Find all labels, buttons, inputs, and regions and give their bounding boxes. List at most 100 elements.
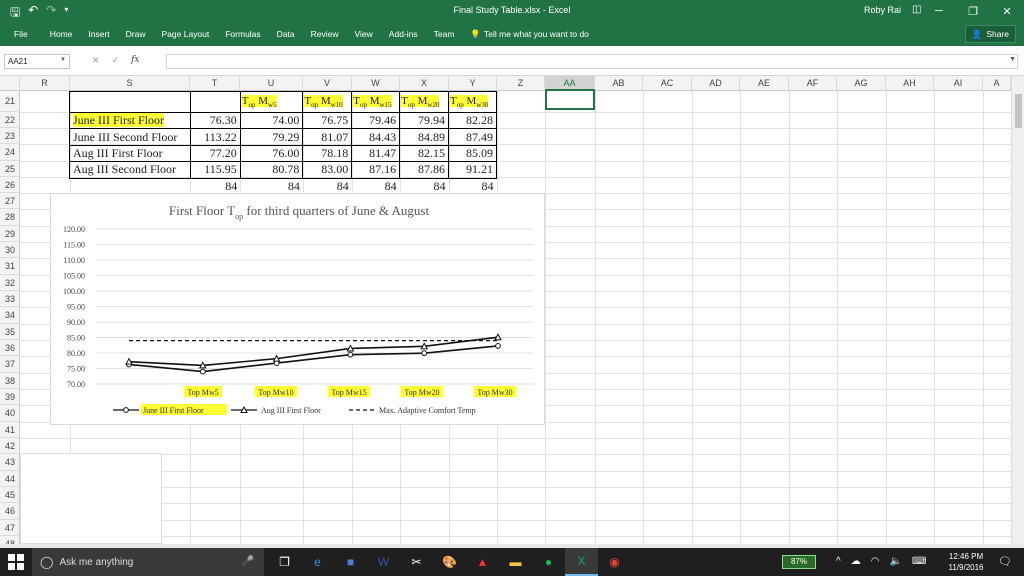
column-header[interactable]: AH [886, 76, 934, 91]
column-header[interactable]: AD [692, 76, 740, 91]
battery-indicator[interactable]: 87% [782, 555, 816, 569]
cortana-search-box[interactable]: ◯ Ask me anything 🎤 [32, 548, 264, 576]
row-header[interactable]: 22 [0, 112, 20, 128]
acrobat-icon[interactable]: ▲ [466, 548, 499, 576]
row-header[interactable]: 31 [0, 258, 20, 275]
tab-review[interactable]: Review [303, 29, 347, 39]
header-cell[interactable]: Top Mw15 [351, 91, 401, 113]
column-header[interactable]: Z [497, 76, 545, 91]
column-header[interactable]: T [190, 76, 240, 91]
cell[interactable]: 81.47 [351, 144, 401, 163]
vertical-scrollbar[interactable] [1011, 76, 1024, 544]
cell[interactable]: 82.15 [399, 144, 450, 163]
row-label-cell[interactable]: Aug III First Floor [69, 144, 191, 163]
column-header[interactable]: W [352, 76, 400, 91]
windows-start-icon[interactable] [8, 554, 24, 570]
name-box[interactable]: AA21 ▼ [4, 54, 70, 69]
cell[interactable]: 85.09 [448, 144, 497, 163]
file-explorer-icon[interactable]: ▬ [499, 548, 532, 576]
line-chart[interactable]: First Floor Top for third quarters of Ju… [50, 193, 545, 425]
clock[interactable]: 12:46 PM 11/9/2016 [940, 551, 992, 573]
reader-app-icon[interactable]: ■ [334, 548, 367, 576]
tab-insert[interactable]: Insert [80, 29, 117, 39]
cell[interactable] [70, 178, 191, 194]
wifi-icon[interactable]: ◠ [871, 556, 880, 567]
row-header[interactable]: 39 [0, 389, 20, 405]
header-cell[interactable]: Top Mw10 [302, 91, 353, 113]
cell[interactable]: 84.43 [351, 128, 401, 146]
cell[interactable]: 84 [400, 178, 449, 194]
cell[interactable]: 81.07 [302, 128, 353, 146]
minimize-button[interactable]: ─ [922, 0, 956, 22]
row-header[interactable]: 36 [0, 340, 20, 356]
formula-input[interactable] [166, 54, 1018, 69]
ribbon-display-options-icon[interactable]: ◫ [912, 4, 921, 15]
header-cell-empty[interactable] [189, 91, 241, 113]
row-header[interactable]: 35 [0, 324, 20, 340]
cancel-icon[interactable]: ✕ [92, 55, 100, 66]
cell[interactable]: 76.75 [302, 111, 353, 130]
header-cell[interactable]: Top Mw30 [448, 91, 497, 113]
cell[interactable]: 79.29 [239, 128, 304, 146]
cell[interactable]: 78.18 [302, 144, 353, 163]
snipping-tool-icon[interactable]: ✂ [400, 548, 433, 576]
row-header[interactable]: 24 [0, 144, 20, 161]
row-header[interactable]: 25 [0, 161, 20, 177]
cell[interactable]: 91.21 [448, 161, 497, 179]
row-header[interactable]: 30 [0, 242, 20, 258]
tab-formulas[interactable]: Formulas [217, 29, 268, 39]
word-icon[interactable]: W [367, 548, 400, 576]
cell[interactable]: 84.89 [399, 128, 450, 146]
column-header[interactable]: A [983, 76, 1011, 91]
row-label-cell[interactable]: June III Second Floor [69, 128, 191, 146]
column-header[interactable]: X [400, 76, 449, 91]
row-header[interactable]: 40 [0, 405, 20, 422]
row-header[interactable]: 46 [0, 503, 20, 520]
volume-icon[interactable]: 🔈 [889, 556, 901, 567]
spotify-icon[interactable]: ● [532, 548, 565, 576]
excel-icon[interactable]: X [565, 548, 598, 576]
tab-data[interactable]: Data [269, 29, 303, 39]
cell[interactable]: 77.20 [189, 144, 241, 163]
header-cell[interactable]: Top Mw5 [239, 91, 304, 113]
tab-add-ins[interactable]: Add-ins [381, 29, 426, 39]
row-header[interactable]: 45 [0, 487, 20, 503]
tab-team[interactable]: Team [426, 29, 463, 39]
row-header[interactable]: 32 [0, 275, 20, 291]
close-button[interactable]: ✕ [990, 0, 1024, 22]
row-header[interactable]: 23 [0, 128, 20, 144]
selected-cell-aa21[interactable] [545, 89, 595, 110]
cell[interactable]: 79.94 [399, 111, 450, 130]
expand-formula-bar-icon[interactable]: ▼ [1009, 56, 1016, 63]
row-header[interactable]: 34 [0, 307, 20, 324]
tab-page-layout[interactable]: Page Layout [154, 29, 218, 39]
column-header[interactable]: Y [449, 76, 497, 91]
row-header[interactable]: 26 [0, 177, 20, 193]
cell[interactable]: 84 [303, 178, 352, 194]
column-header[interactable]: S [70, 76, 190, 91]
cell[interactable]: 84 [240, 178, 303, 194]
cell[interactable]: 115.95 [189, 161, 241, 179]
notification-icon[interactable]: 🗨 [998, 555, 1012, 568]
restore-button[interactable]: ❐ [956, 0, 990, 22]
cell[interactable]: 76.00 [239, 144, 304, 163]
cell[interactable]: 83.00 [302, 161, 353, 179]
cell[interactable]: 76.30 [189, 111, 241, 130]
header-cell-empty[interactable] [69, 91, 191, 113]
chevron-up-icon[interactable]: ^ [836, 556, 841, 567]
chrome-icon[interactable]: ◉ [598, 548, 631, 576]
chart-title[interactable]: First Floor Top for third quarters of Ju… [169, 203, 430, 221]
tab-file[interactable]: File [0, 29, 42, 39]
column-header[interactable]: AG [837, 76, 886, 91]
column-header[interactable]: U [240, 76, 303, 91]
header-cell[interactable]: Top Mw20 [399, 91, 450, 113]
cell[interactable]: 74.00 [239, 111, 304, 130]
tab-draw[interactable]: Draw [118, 29, 154, 39]
chevron-down-icon[interactable]: ▼ [60, 57, 66, 63]
row-header[interactable]: 33 [0, 291, 20, 307]
cell[interactable]: 80.78 [239, 161, 304, 179]
column-header[interactable]: AE [740, 76, 789, 91]
column-header[interactable]: AC [643, 76, 692, 91]
column-header[interactable]: AI [934, 76, 983, 91]
cell[interactable]: 84 [352, 178, 400, 194]
